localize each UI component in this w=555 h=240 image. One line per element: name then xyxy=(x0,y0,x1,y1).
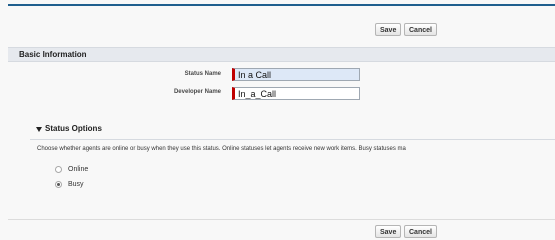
online-radio-label: Online xyxy=(68,166,89,173)
section-title: Basic Information xyxy=(19,50,87,59)
top-button-bar: Save Cancel xyxy=(375,23,455,37)
bottom-button-bar: Save Cancel xyxy=(375,225,455,239)
collapse-triangle-icon[interactable] xyxy=(36,127,42,132)
basic-information-header: Basic Information xyxy=(8,47,555,62)
status-name-label: Status Name xyxy=(184,71,221,77)
save-button-bottom[interactable]: Save xyxy=(375,225,402,238)
developer-name-label: Developer Name xyxy=(173,89,221,95)
developer-name-input[interactable] xyxy=(232,87,360,100)
footer-divider xyxy=(8,219,555,220)
cancel-button[interactable]: Cancel xyxy=(404,23,437,36)
status-options-title: Status Options xyxy=(45,124,102,133)
divider xyxy=(30,139,555,140)
page: Save Cancel Basic Information Status Nam… xyxy=(0,0,555,240)
online-radio[interactable] xyxy=(55,166,62,173)
save-button[interactable]: Save xyxy=(375,23,402,36)
status-name-input[interactable] xyxy=(232,68,360,81)
busy-radio-label: Busy xyxy=(68,181,84,188)
cancel-button-bottom[interactable]: Cancel xyxy=(404,225,437,238)
status-options-description: Choose whether agents are online or busy… xyxy=(37,146,406,152)
busy-radio[interactable] xyxy=(55,181,62,188)
